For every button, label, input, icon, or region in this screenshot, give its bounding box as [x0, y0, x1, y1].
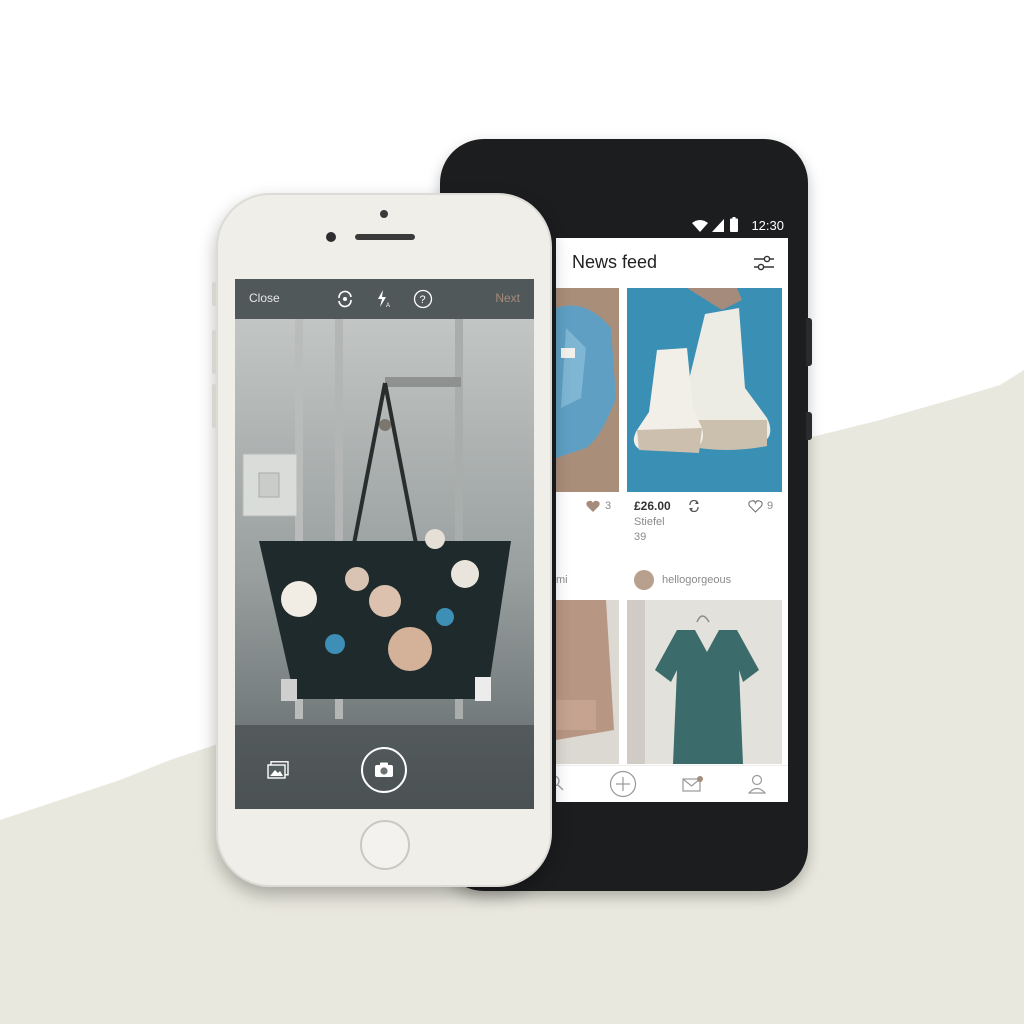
signal-icon	[712, 219, 724, 232]
battery-icon	[730, 217, 738, 232]
profile-icon[interactable]	[748, 774, 766, 794]
feed-item-image[interactable]	[627, 288, 782, 492]
boots-image	[627, 288, 782, 492]
status-time: 12:30	[751, 218, 784, 233]
feed-item-image[interactable]	[556, 288, 619, 492]
iphone-side-button	[212, 282, 216, 306]
iphone-speaker	[355, 234, 415, 240]
shutter-button[interactable]	[361, 747, 407, 793]
filter-icon[interactable]	[754, 254, 774, 272]
status-bar: 12:30	[560, 214, 788, 238]
inbox-icon[interactable]	[682, 776, 704, 792]
feed-item-image[interactable]	[627, 600, 782, 764]
swap-icon	[689, 500, 699, 512]
iphone-proximity-sensor	[380, 210, 388, 218]
user-name[interactable]: mi	[556, 574, 568, 586]
like-count: 3	[605, 500, 612, 512]
svg-text:A: A	[386, 303, 390, 308]
rotate-icon[interactable]	[336, 290, 354, 308]
camera-screen: Close A ? Next	[235, 279, 534, 809]
flash-auto-icon[interactable]: A	[377, 290, 391, 308]
denim-jacket-image	[556, 288, 619, 492]
heart-filled-icon[interactable]	[586, 500, 600, 513]
sweater-image	[556, 600, 619, 764]
heart-outline-icon[interactable]	[748, 500, 763, 513]
camera-toolbar: Close A ? Next	[235, 279, 534, 319]
add-icon[interactable]	[609, 770, 637, 798]
svg-text:?: ?	[420, 294, 426, 306]
help-icon[interactable]: ?	[413, 289, 433, 309]
bottom-nav	[556, 765, 788, 802]
like-count: 9	[767, 500, 774, 512]
search-icon[interactable]	[556, 775, 564, 791]
next-button[interactable]: Next	[495, 291, 520, 305]
iphone-home-button[interactable]	[360, 820, 410, 870]
item-size: 39	[634, 531, 647, 543]
close-button[interactable]: Close	[249, 291, 280, 305]
iphone-front-camera	[326, 232, 336, 242]
user-name[interactable]: hellogorgeous	[662, 574, 731, 586]
android-power-button	[806, 412, 812, 440]
avatar[interactable]	[634, 570, 654, 590]
iphone-side-button	[212, 330, 216, 374]
feed-item-image[interactable]	[556, 600, 619, 764]
android-volume-button	[806, 318, 812, 366]
wifi-icon	[692, 220, 708, 232]
camera-icon	[375, 762, 393, 777]
dress-image	[627, 600, 782, 764]
item-brand: Stiefel	[634, 516, 665, 528]
iphone-side-button	[212, 384, 216, 428]
item-price: £26.00	[634, 499, 671, 513]
news-feed-screen: News feed 3 £26.00 9 Stiefel 39 mi hello…	[556, 238, 788, 802]
page-title: News feed	[572, 252, 658, 272]
gallery-icon[interactable]	[267, 761, 289, 779]
